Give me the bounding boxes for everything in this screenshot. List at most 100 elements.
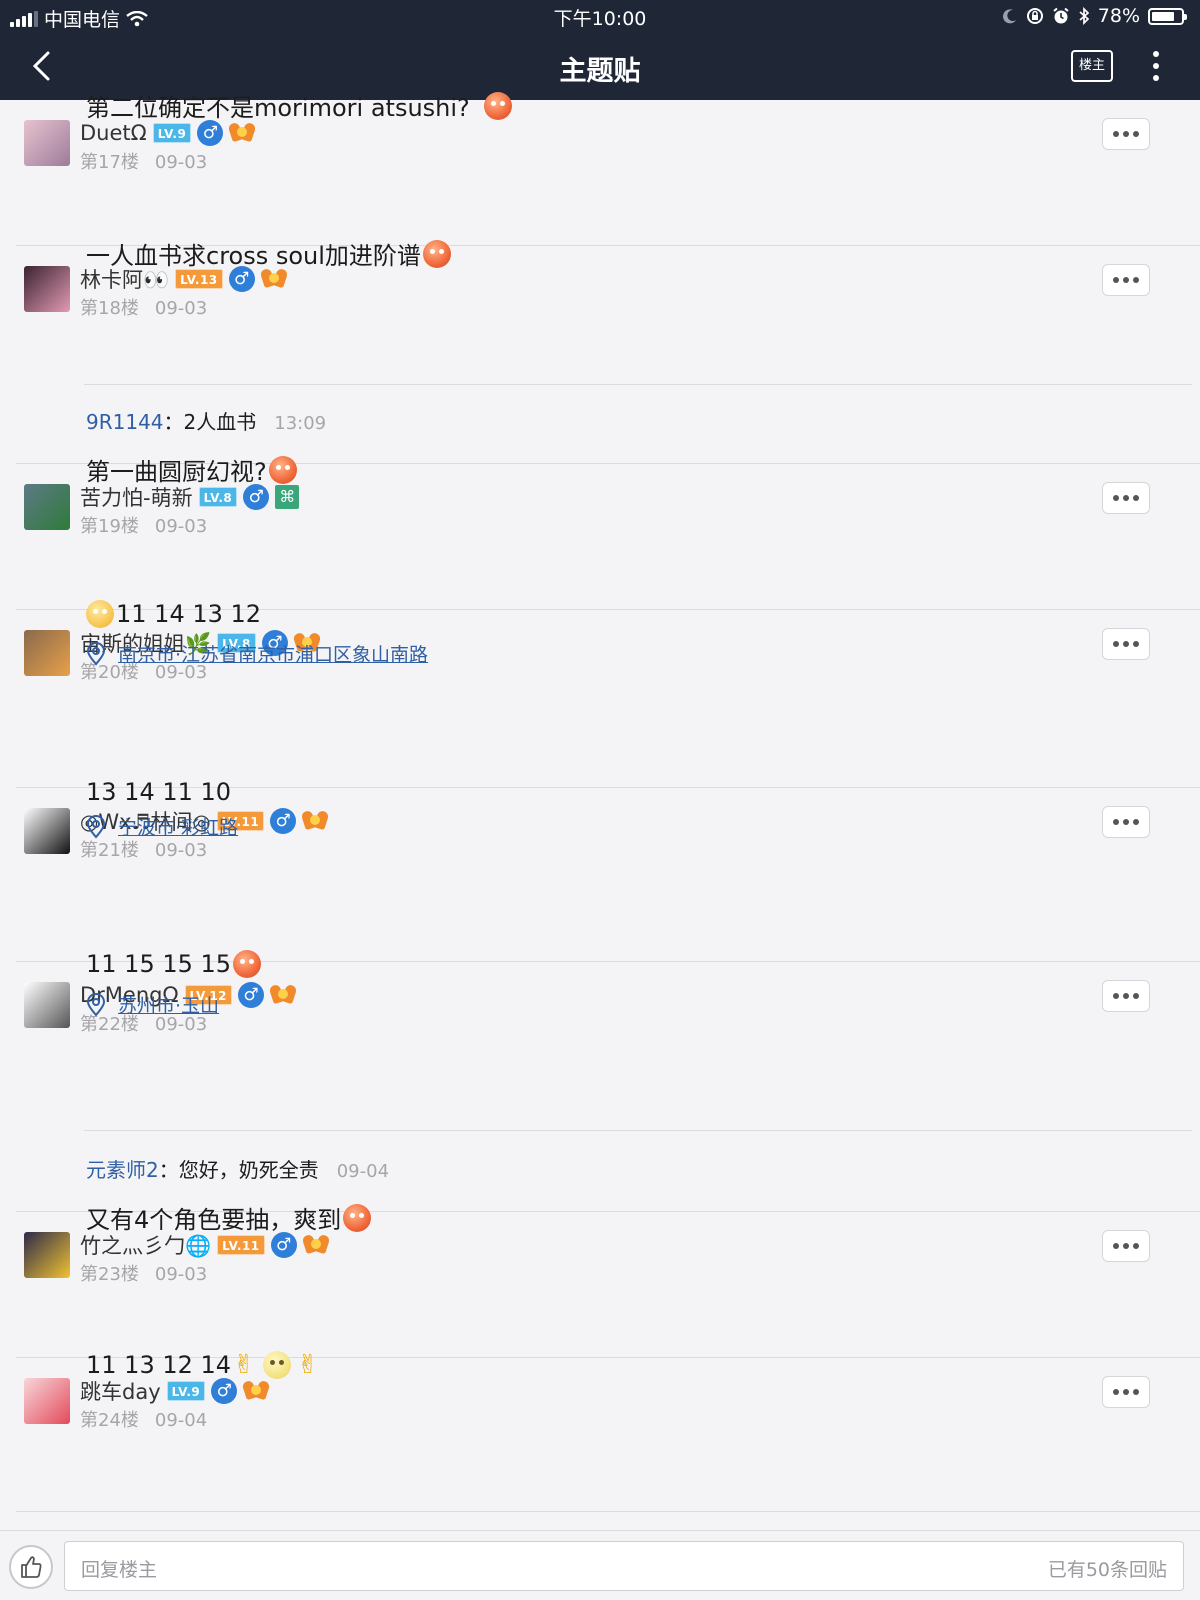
post-date: 09-03 (154, 152, 208, 173)
floor-info: 第24楼 09-04 (80, 1406, 207, 1432)
reply-count: 已有50条回贴 (1047, 1559, 1167, 1581)
chevron-left-icon (32, 51, 50, 81)
location-pin-icon (86, 992, 106, 1017)
post-text: 13 14 11 10 (86, 778, 232, 806)
location-link[interactable]: 宁波市·彩虹路 (86, 813, 238, 840)
thumbs-up-icon (21, 1556, 42, 1578)
avatar[interactable] (24, 266, 70, 312)
post-item: DuetΩ LV.9 ♂ 第17楼 09-03 第二位确定不是morimori atsus… (16, 91, 1200, 246)
post-date: 09-03 (154, 516, 208, 537)
moon-icon (1002, 9, 1016, 24)
sub-reply-user[interactable]: 9R1144 (86, 410, 164, 434)
post-date: 09-03 (154, 840, 208, 861)
avatar[interactable] (24, 982, 70, 1028)
avatar[interactable] (24, 484, 70, 530)
medal-icon (227, 121, 257, 145)
floor-number: 第24楼 (80, 1410, 139, 1431)
location-link[interactable]: 苏州市·玉山 (86, 991, 219, 1018)
avatar[interactable] (24, 808, 70, 854)
sub-reply-text: ：2人血书 (163, 410, 257, 434)
level-badge: LV.11 (217, 1235, 265, 1255)
post-more-button[interactable] (1102, 1230, 1150, 1262)
medal-icon (300, 809, 330, 833)
male-gender-icon: ♂ (243, 484, 270, 510)
floor-number: 第23楼 (80, 1264, 139, 1285)
only-op-button[interactable]: 楼主 (1071, 50, 1113, 82)
post-date: 09-03 (154, 298, 208, 319)
level-badge: LV.13 (175, 269, 223, 289)
post-more-button[interactable] (1102, 118, 1150, 150)
post-item: DrMengΩ LV.12 ♂ 第22楼 09-03 11 15 15 15 苏州市·玉山元… (16, 950, 1200, 1212)
avatar[interactable] (24, 1232, 70, 1278)
location-link[interactable]: 南京市·江苏省南京市浦口区象山南路 (86, 640, 428, 667)
alarm-icon (1053, 7, 1069, 24)
post-content: 11 15 15 15 (86, 950, 262, 978)
like-button[interactable] (9, 1545, 53, 1589)
post-more-button[interactable] (1102, 980, 1150, 1012)
battery-icon (1148, 7, 1187, 25)
floor-info: 第23楼 09-03 (80, 1260, 207, 1286)
post-more-button[interactable] (1102, 628, 1150, 660)
back-button[interactable] (26, 48, 62, 84)
grin-emoji-icon (268, 455, 297, 484)
post-list: DuetΩ LV.9 ♂ 第17楼 09-03 第二位确定不是morimori atsus… (0, 91, 1200, 1512)
badge-icon: ⌘ (275, 485, 300, 509)
post-content: 第一曲圆厨幻视? (86, 452, 297, 487)
floor-info: 第17楼 09-03 (80, 148, 207, 174)
bluetooth-icon (1079, 7, 1090, 25)
location-text: 宁波市·彩虹路 (118, 817, 239, 839)
location-text: 苏州市·玉山 (118, 995, 220, 1017)
floor-number: 第18楼 (80, 298, 139, 319)
avatar[interactable] (24, 1378, 70, 1424)
post-content: 13 14 11 10 (86, 778, 231, 806)
post-content: 11 14 13 12 (86, 600, 261, 628)
post-text: 第一曲圆厨幻视? (86, 458, 267, 486)
username[interactable]: DuetΩ (80, 121, 147, 145)
floor-info: 第19楼 09-03 (80, 512, 207, 538)
floor-number: 第17楼 (80, 152, 139, 173)
post-text: 一人血书求cross soul加进阶谱 (86, 242, 421, 270)
avatar[interactable] (24, 630, 70, 676)
sub-reply-user[interactable]: 元素师2 (86, 1158, 159, 1182)
post-content: 第二位确定不是morimori atsushi? (86, 88, 512, 123)
grin-emoji-icon (483, 91, 512, 120)
avatar[interactable] (24, 120, 70, 166)
medal-icon (268, 983, 298, 1007)
male-gender-icon: ♂ (270, 808, 297, 834)
floor-info: 第18楼 09-03 (80, 294, 207, 320)
sub-reply[interactable]: 9R1144：2人血书 13:09 (86, 406, 326, 435)
post-date: 09-03 (154, 1264, 208, 1285)
male-gender-icon: ♂ (197, 120, 224, 146)
reply-bar: 回复楼主 已有50条回贴 (0, 1530, 1200, 1600)
post-more-button[interactable] (1102, 482, 1150, 514)
page-title: 主题贴 (559, 56, 641, 87)
post-more-button[interactable] (1102, 1376, 1150, 1408)
male-gender-icon: ♂ (211, 1378, 238, 1404)
sub-reply-time: 13:09 (274, 413, 327, 434)
username[interactable]: 跳车day (80, 1376, 161, 1406)
post-more-button[interactable] (1102, 264, 1150, 296)
location-pin-icon (86, 641, 106, 666)
floor-number: 第19楼 (80, 516, 139, 537)
reply-input[interactable]: 回复楼主 已有50条回贴 (64, 1541, 1184, 1591)
post-text: 11 14 13 12 (116, 600, 262, 628)
pale-face-emoji-icon (262, 1351, 291, 1379)
rotation-lock-icon (1026, 8, 1043, 24)
post-content: 又有4个角色要抽，爽到 (86, 1200, 372, 1235)
grin-emoji-icon (233, 950, 262, 978)
post-more-button[interactable] (1102, 806, 1150, 838)
status-bar: 中国电信 下午10:00 78% (0, 0, 1200, 32)
sub-reply[interactable]: 元素师2：您好，奶死全责 09-04 (86, 1154, 389, 1183)
more-menu-button[interactable] (1148, 48, 1164, 84)
post-content: 一人血书求cross soul加进阶谱 (86, 236, 451, 271)
post-text: 11 13 12 14 (86, 1351, 232, 1379)
reply-divider (84, 384, 1192, 385)
victory-hand-icon: ✌ (296, 1350, 319, 1380)
medal-icon (301, 1233, 331, 1257)
post-item: 竹之灬彡勹🌐 LV.11 ♂ 第23楼 09-03 又有4个角色要抽，爽到 (16, 1203, 1200, 1358)
grin-emoji-icon (422, 239, 451, 268)
post-item: 跳车day LV.9 ♂ 第24楼 09-04 11 13 12 14 ✌ ✌ (16, 1350, 1200, 1512)
post-item: ◎Wx♬林间◎ LV.11 ♂ 第21楼 09-03 13 14 11 10 宁波市·彩虹路 (16, 778, 1200, 962)
sub-reply-text: ：您好，奶死全责 (158, 1158, 319, 1182)
reply-placeholder: 回复楼主 (81, 1559, 158, 1581)
